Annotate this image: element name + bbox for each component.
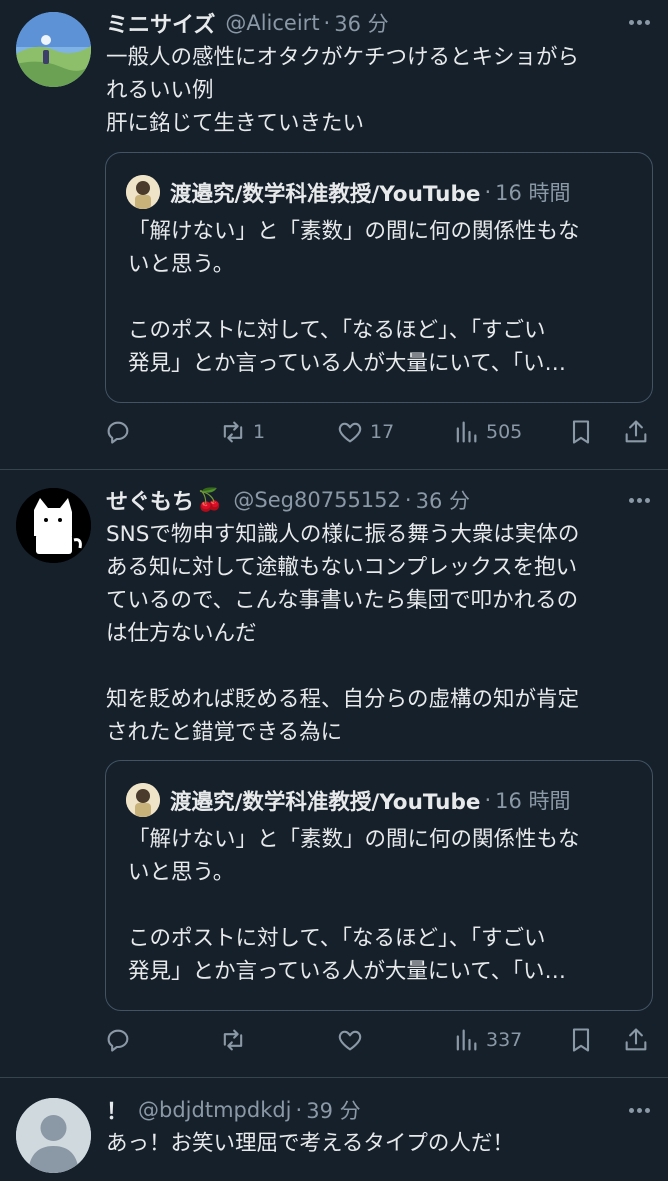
avatar-image xyxy=(16,12,91,87)
more-options-icon[interactable] xyxy=(626,10,650,29)
share-icon xyxy=(625,1028,647,1051)
user-handle[interactable]: @bdjdtmpdkdj xyxy=(138,1098,292,1122)
like-button[interactable]: 17 xyxy=(336,412,394,452)
more-options-icon[interactable] xyxy=(626,488,650,507)
bookmark-button[interactable] xyxy=(567,412,595,452)
heart-icon xyxy=(338,1030,362,1051)
quoted-tweet[interactable]: 渡邉究/数学科准教授/YouTube · 16 時間 「解けない」と「素数」の間… xyxy=(105,152,653,403)
separator-dot: · xyxy=(484,180,492,204)
quote-header: 渡邉究/数学科准教授/YouTube · 16 時間 xyxy=(126,783,571,817)
more-options-icon[interactable] xyxy=(626,1098,650,1117)
quote-display-name: 渡邉究/数学科准教授/YouTube xyxy=(170,181,481,207)
tweet-header: ！ @bdjdtmpdkdj · 39 分 xyxy=(106,1093,652,1127)
tweet-actions: 1 17 505 xyxy=(104,412,652,452)
tweet-text: 一般人の感性にオタクがケチつけるとキショがら れるいい例 肝に銘じて生きていきた… xyxy=(106,45,580,136)
display-name[interactable]: ミニサイズ xyxy=(106,7,215,39)
separator-dot: · xyxy=(484,788,492,812)
views-button[interactable]: 337 xyxy=(452,1020,522,1060)
separator-dot: · xyxy=(295,1098,303,1122)
repost-icon xyxy=(223,421,243,443)
tweet-header: ミニサイズ @Aliceirt · 36 分 xyxy=(106,6,652,40)
display-name[interactable]: せぐもち xyxy=(106,484,194,516)
reply-icon xyxy=(107,421,129,444)
user-handle[interactable]: @Aliceirt xyxy=(225,11,319,35)
separator-dot: · xyxy=(323,11,331,35)
bookmark-icon xyxy=(572,1028,590,1052)
avatar[interactable] xyxy=(16,12,91,87)
reply-button[interactable] xyxy=(104,1020,132,1060)
repost-count: 1 xyxy=(253,421,266,443)
user-handle[interactable]: @Seg80755152 xyxy=(233,488,400,512)
avatar-image xyxy=(16,488,91,563)
tweet[interactable]: ミニサイズ @Aliceirt · 36 分 一般人の感性にオタクがケチつけると… xyxy=(0,0,668,469)
quote-text: 「解けない」と「素数」の間に何の関係性もな いと思う。 このポストに対して、「な… xyxy=(128,219,580,376)
avatar[interactable] xyxy=(16,488,91,563)
tweet[interactable]: せぐもち 🍒 @Seg80755152 · 36 分 SNSで物申す知識人の様に… xyxy=(0,470,668,1077)
timestamp[interactable]: 36 分 xyxy=(334,8,388,38)
repost-button[interactable]: 1 xyxy=(219,412,265,452)
share-icon xyxy=(625,420,647,443)
tweet-text: あっ！お笑い理屈で考えるタイプの人だ！ xyxy=(106,1131,514,1156)
default-avatar-icon xyxy=(16,1098,91,1173)
quote-timestamp: 16 時間 xyxy=(495,181,571,205)
cherry-icon: 🍒 xyxy=(196,487,224,513)
timestamp[interactable]: 39 分 xyxy=(306,1095,360,1125)
tweet[interactable]: ！ @bdjdtmpdkdj · 39 分 あっ！お笑い理屈で考えるタイプの人だ… xyxy=(0,1078,668,1181)
like-count: 17 xyxy=(370,421,395,443)
share-button[interactable] xyxy=(622,412,650,452)
timestamp[interactable]: 36 分 xyxy=(416,485,470,515)
repost-button[interactable] xyxy=(219,1020,247,1060)
quoted-tweet[interactable]: 渡邉究/数学科准教授/YouTube · 16 時間 「解けない」と「素数」の間… xyxy=(105,760,653,1011)
view-count: 337 xyxy=(486,1029,523,1051)
tweet-header: せぐもち 🍒 @Seg80755152 · 36 分 xyxy=(106,483,652,517)
heart-icon xyxy=(338,422,362,443)
separator-dot: · xyxy=(404,488,412,512)
quote-avatar xyxy=(126,175,160,209)
quote-text: 「解けない」と「素数」の間に何の関係性もな いと思う。 このポストに対して、「な… xyxy=(128,827,580,984)
share-button[interactable] xyxy=(622,1020,650,1060)
display-name[interactable]: ！ xyxy=(106,1094,128,1126)
view-count: 505 xyxy=(486,421,523,443)
analytics-icon xyxy=(456,1029,477,1051)
quote-header: 渡邉究/数学科准教授/YouTube · 16 時間 xyxy=(126,175,571,209)
reply-icon xyxy=(107,1029,129,1052)
tweet-actions: 337 xyxy=(104,1020,652,1060)
repost-icon xyxy=(223,1029,243,1051)
bookmark-button[interactable] xyxy=(567,1020,595,1060)
quote-display-name: 渡邉究/数学科准教授/YouTube xyxy=(170,789,481,815)
quote-timestamp: 16 時間 xyxy=(495,789,571,813)
like-button[interactable] xyxy=(336,1020,364,1060)
reply-button[interactable] xyxy=(104,412,132,452)
quote-avatar xyxy=(126,783,160,817)
analytics-icon xyxy=(456,421,477,443)
bookmark-icon xyxy=(572,420,590,444)
tweet-text: SNSで物申す知識人の様に振る舞う大衆は実体の ある知に対して途轍もないコンプレ… xyxy=(106,522,580,745)
avatar[interactable] xyxy=(16,1098,91,1173)
views-button[interactable]: 505 xyxy=(452,412,522,452)
